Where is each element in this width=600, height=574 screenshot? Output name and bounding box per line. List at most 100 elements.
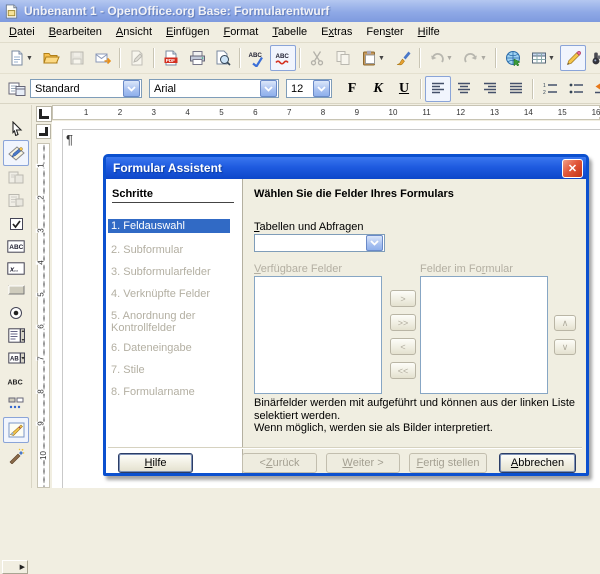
font-name-value: Arial <box>154 83 176 95</box>
svg-text:ABC: ABC <box>8 379 23 386</box>
new-document-icon[interactable]: ▼ <box>4 45 38 71</box>
export-pdf-icon[interactable]: PDF <box>158 45 184 71</box>
chevron-down-icon[interactable] <box>366 235 383 251</box>
spellcheck-icon[interactable]: ABC <box>244 45 270 71</box>
font-name-combo[interactable]: Arial <box>149 79 279 98</box>
menu-einfuegen[interactable]: Einfügen <box>159 24 216 40</box>
italic-button[interactable]: K <box>365 76 391 102</box>
paragraph-style-combo[interactable]: Standard <box>30 79 142 98</box>
form-fields-listbox[interactable] <box>420 276 548 394</box>
cut-icon[interactable] <box>304 45 330 71</box>
menu-hilfe[interactable]: Hilfe <box>411 24 447 40</box>
page-preview-icon[interactable] <box>210 45 236 71</box>
toolbar-separator <box>239 48 241 68</box>
underline-button[interactable]: U <box>391 76 417 102</box>
move-right-button[interactable]: > <box>390 290 416 307</box>
chevron-down-icon[interactable] <box>313 80 330 97</box>
paragraph-mark: ¶ <box>66 132 73 147</box>
move-up-button[interactable]: ∧ <box>554 315 576 331</box>
svg-text:x..: x.. <box>9 264 18 273</box>
select-arrow-icon[interactable] <box>3 115 29 141</box>
move-all-right-button[interactable]: >> <box>390 314 416 331</box>
finish-button[interactable]: Fertig stellen <box>409 453 487 473</box>
svg-text:ABC: ABC <box>249 52 263 59</box>
step-subformular: 2. Subformular <box>108 243 230 257</box>
more-controls-icon[interactable] <box>3 391 29 417</box>
toolbar-separator <box>420 79 422 99</box>
menu-format[interactable]: Format <box>216 24 265 40</box>
font-size-combo[interactable]: 12 <box>286 79 332 98</box>
svg-text:AB: AB <box>10 356 19 362</box>
ruler-corner-icon <box>36 124 51 139</box>
dropdown-caret-icon: ▼ <box>480 55 487 62</box>
form-design-tool-icon[interactable] <box>3 417 29 443</box>
vertical-ruler[interactable]: 12345678910 <box>37 143 50 488</box>
find-replace-icon[interactable] <box>586 45 600 71</box>
horizontal-ruler[interactable]: 12345678910111213141516 <box>52 105 600 120</box>
window-title: Unbenannt 1 - OpenOffice.org Base: Formu… <box>24 4 329 18</box>
menu-extras[interactable]: Extras <box>314 24 359 40</box>
move-down-button[interactable]: ∨ <box>554 339 576 355</box>
binary-fields-note: Binärfelder werden mit aufgeführt und kö… <box>254 397 590 435</box>
steps-header: Schritte <box>112 188 234 203</box>
standard-toolbar: ▼ PDF ABC ABC ▼ ▼ <box>0 43 600 74</box>
save-icon[interactable] <box>64 45 90 71</box>
note-line-1: Binärfelder werden mit aufgeführt und kö… <box>254 397 575 422</box>
window-titlebar[interactable]: Unbenannt 1 - OpenOffice.org Base: Formu… <box>0 0 600 22</box>
next-button[interactable]: Weiter > <box>326 453 400 473</box>
svg-text:ABC: ABC <box>9 244 23 251</box>
print-icon[interactable] <box>184 45 210 71</box>
numbered-list-icon[interactable]: 12 <box>537 76 563 102</box>
dropdown-caret-icon: ▼ <box>548 55 555 62</box>
copy-icon[interactable] <box>330 45 356 71</box>
formatting-toolbar: Standard Arial 12 F K U 12 A <box>0 74 600 104</box>
tables-queries-combo[interactable] <box>254 234 385 252</box>
help-button[interactable]: Hilfe <box>118 453 193 473</box>
redo-icon[interactable]: ▼ <box>458 45 492 71</box>
text-boundary-line <box>62 129 63 488</box>
align-justify-icon[interactable] <box>503 76 529 102</box>
paste-icon[interactable]: ▼ <box>356 45 390 71</box>
bold-button[interactable]: F <box>339 76 365 102</box>
undo-icon[interactable]: ▼ <box>424 45 458 71</box>
align-right-icon[interactable] <box>477 76 503 102</box>
toolbar-overflow-arrow-icon[interactable]: ▶ <box>2 560 28 574</box>
bullet-list-icon[interactable] <box>563 76 589 102</box>
form-wizard-dialog: Formular Assistent ✕ Schritte 1. Feldaus… <box>103 154 589 476</box>
email-document-icon[interactable] <box>90 45 116 71</box>
hyperlink-icon[interactable] <box>500 45 526 71</box>
align-center-icon[interactable] <box>451 76 477 102</box>
dialog-titlebar[interactable]: Formular Assistent ✕ <box>106 157 586 179</box>
menu-ansicht[interactable]: Ansicht <box>109 24 159 40</box>
step-subformularfelder: 3. Subformularfelder <box>108 265 230 279</box>
note-line-2: Wenn möglich, werden sie als Bilder inte… <box>254 422 493 434</box>
insert-table-icon[interactable]: ▼ <box>526 45 560 71</box>
draw-functions-icon[interactable] <box>560 45 586 71</box>
edit-file-icon[interactable] <box>124 45 150 71</box>
menu-bearbeiten[interactable]: Bearbeiten <box>42 24 109 40</box>
decrease-indent-icon[interactable] <box>589 76 600 102</box>
align-left-icon[interactable] <box>425 76 451 102</box>
menu-datei[interactable]: Datei <box>2 24 42 40</box>
styles-window-icon[interactable] <box>4 76 30 102</box>
open-folder-icon[interactable] <box>38 45 64 71</box>
menu-tabelle[interactable]: Tabelle <box>265 24 314 40</box>
close-icon[interactable]: ✕ <box>562 159 583 178</box>
auto-spellcheck-icon[interactable]: ABC <box>270 45 296 71</box>
design-mode-toggle-icon[interactable] <box>3 140 29 166</box>
move-all-left-button[interactable]: << <box>390 362 416 379</box>
format-paintbrush-icon[interactable] <box>390 45 416 71</box>
dropdown-caret-icon: ▼ <box>26 55 33 62</box>
move-left-button[interactable]: < <box>390 338 416 355</box>
cancel-button[interactable]: Abbrechen <box>499 453 576 473</box>
tab-type-selector[interactable] <box>36 106 52 122</box>
chevron-down-icon[interactable] <box>260 80 277 97</box>
step-feldauswahl[interactable]: 1. Feldauswahl <box>108 219 230 233</box>
wizard-toggle-icon[interactable] <box>3 443 29 469</box>
available-fields-listbox[interactable] <box>254 276 382 394</box>
form-properties-icon[interactable] <box>3 187 29 213</box>
back-button[interactable]: < Zurück <box>242 453 317 473</box>
svg-text:2: 2 <box>543 90 546 96</box>
menu-fenster[interactable]: Fenster <box>359 24 410 40</box>
chevron-down-icon[interactable] <box>123 80 140 97</box>
